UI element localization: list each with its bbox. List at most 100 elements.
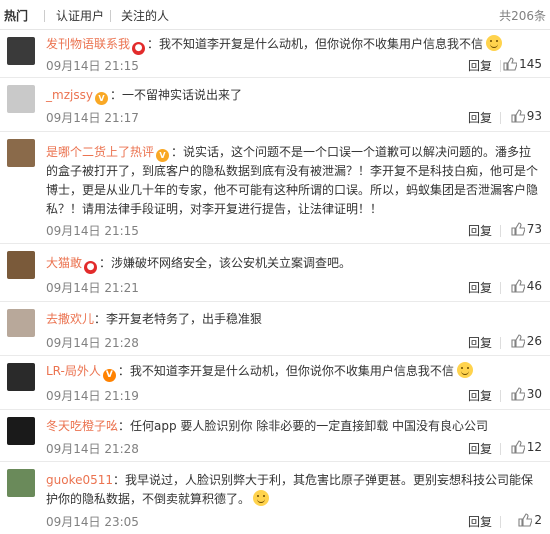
reply-button[interactable]: 回复 [468, 440, 492, 457]
thumbs-up-icon [511, 279, 526, 293]
comment-username[interactable]: LR-局外人 [46, 364, 101, 378]
comment-item: 大猫敢 ● ：涉嫌破坏网络安全，该公安机关立案调查吧。 09月14日 21:21 回… [0, 244, 550, 302]
like-button[interactable]: 26 [511, 334, 542, 348]
comment-item: 冬天吃橙子吆：任何app 要人脸识别你 除非必要的一定直接卸载 中国没有良心公司… [0, 410, 550, 462]
comment-text: ：我不知道李开复是什么动机，但你说你不收集用户信息我不信 [117, 364, 454, 378]
comment-item: _mzjssy V ：一不留神实话说出来了 09月14日 21:17 回复 93 [0, 78, 550, 132]
comment-username[interactable]: 大猫敢 [46, 256, 82, 270]
comment-username[interactable]: guoke0511 [46, 473, 113, 487]
comment-time: 09月14日 21:15 [46, 59, 139, 73]
vip-badge-icon: V [94, 92, 108, 105]
divider [500, 516, 501, 528]
comment-text: ：我不知道李开复是什么动机，但你说你不收集用户信息我不信 [147, 37, 484, 51]
comment-time: 09月14日 21:28 [46, 336, 139, 350]
reply-button[interactable]: 回复 [468, 57, 492, 74]
like-button[interactable]: 73 [511, 222, 542, 236]
comment-body: guoke0511：我早说过，人脸识别弊大于利，其危害比原子弹更甚。更别妄想科技… [46, 471, 542, 509]
like-button[interactable]: 46 [511, 279, 542, 293]
vip-badge-icon: V [156, 149, 170, 162]
divider [500, 60, 501, 72]
tab-divider [44, 10, 45, 22]
thumbs-up-icon [511, 334, 526, 348]
divider [500, 112, 501, 124]
smile-emoji-icon [253, 490, 270, 506]
reply-button[interactable]: 回复 [468, 279, 492, 296]
like-button[interactable]: 145 [503, 57, 542, 71]
comment-time: 09月14日 21:15 [46, 224, 139, 238]
comment-text: ：任何app 要人脸识别你 除非必要的一定直接卸载 中国没有良心公司 [118, 419, 489, 433]
reply-button[interactable]: 回复 [468, 334, 492, 351]
like-button[interactable]: 12 [511, 440, 542, 454]
reply-button[interactable]: 回复 [468, 222, 492, 239]
avatar[interactable] [7, 309, 35, 337]
like-count: 30 [526, 387, 542, 401]
comment-filter-tabs: 热门 认证用户 关注的人 共206条 [0, 0, 550, 30]
comment-time: 09月14日 21:28 [46, 442, 139, 456]
comment-time: 09月14日 21:19 [46, 389, 139, 403]
comment-body: LR-局外人 V ：我不知道李开复是什么动机，但你说你不收集用户信息我不信 [46, 362, 542, 382]
like-count: 93 [526, 109, 542, 123]
comment-time: 09月14日 21:21 [46, 281, 139, 295]
like-button[interactable]: 93 [511, 109, 542, 123]
comment-count: 共206条 [499, 9, 546, 23]
user-badge-icon: ● [84, 261, 98, 274]
comment-username[interactable]: 去撒欢儿 [46, 312, 94, 326]
reply-button[interactable]: 回复 [468, 387, 492, 404]
like-count: 73 [526, 222, 542, 236]
comment-username[interactable]: _mzjssy [46, 88, 93, 102]
like-count: 2 [534, 513, 542, 527]
reply-button[interactable]: 回复 [468, 109, 492, 126]
divider [500, 390, 501, 402]
comment-item: LR-局外人 V ：我不知道李开复是什么动机，但你说你不收集用户信息我不信 09月1… [0, 356, 550, 410]
like-count: 46 [526, 279, 542, 293]
comment-text: ：涉嫌破坏网络安全，该公安机关立案调查吧。 [99, 256, 352, 270]
doge-emoji-icon [456, 362, 473, 378]
comment-text: ：一不留神实话说出来了 [109, 88, 242, 102]
avatar[interactable] [7, 37, 35, 65]
divider [500, 282, 501, 294]
comment-username[interactable]: 发刊物语联系我 [46, 37, 130, 51]
avatar[interactable] [7, 417, 35, 445]
avatar[interactable] [7, 363, 35, 391]
thumbs-up-icon [511, 440, 526, 454]
comment-time: 09月14日 21:17 [46, 111, 139, 125]
thumbs-up-icon [511, 222, 526, 236]
thumbs-up-icon [503, 57, 518, 71]
thumbs-up-icon [511, 109, 526, 123]
divider [500, 443, 501, 455]
tab-following[interactable]: 关注的人 [121, 7, 169, 24]
tab-hot[interactable]: 热门 [4, 7, 28, 24]
avatar[interactable] [7, 139, 35, 167]
like-count: 145 [519, 57, 542, 71]
comment-body: 发刊物语联系我 ● ：我不知道李开复是什么动机，但你说你不收集用户信息我不信 [46, 35, 542, 55]
avatar[interactable] [7, 85, 35, 113]
comment-body: 冬天吃橙子吆：任何app 要人脸识别你 除非必要的一定直接卸载 中国没有良心公司 [46, 417, 542, 436]
comment-time: 09月14日 23:05 [46, 515, 139, 529]
comment-item: 是哪个二货上了热评 V ：说实话，这个问题不是一个口误一个道歉可以解决问题的。潘多拉… [0, 132, 550, 244]
comment-body: 去撒欢儿：李开复老特务了，出手稳准狠 [46, 310, 542, 329]
thumbs-up-icon [518, 513, 533, 527]
comment-text: ：我早说过，人脸识别弊大于利，其危害比原子弹更甚。更别妄想科技公司能保护你的隐私… [46, 473, 534, 506]
comment-body: _mzjssy V ：一不留神实话说出来了 [46, 86, 542, 105]
like-button[interactable]: 2 [518, 513, 542, 527]
reply-button[interactable]: 回复 [468, 513, 492, 530]
like-count: 12 [526, 440, 542, 454]
comment-body: 是哪个二货上了热评 V ：说实话，这个问题不是一个口误一个道歉可以解决问题的。潘多拉… [46, 143, 542, 219]
tab-verified-users[interactable]: 认证用户 [56, 7, 104, 24]
thumbs-up-icon [511, 387, 526, 401]
comment-item: guoke0511：我早说过，人脸识别弊大于利，其危害比原子弹更甚。更别妄想科技… [0, 462, 550, 534]
comment-body: 大猫敢 ● ：涉嫌破坏网络安全，该公安机关立案调查吧。 [46, 254, 542, 274]
tab-divider [110, 10, 111, 22]
comment-username[interactable]: 是哪个二货上了热评 [46, 145, 154, 159]
divider [500, 337, 501, 349]
comment-item: 发刊物语联系我 ● ：我不知道李开复是什么动机，但你说你不收集用户信息我不信 09月… [0, 30, 550, 78]
like-button[interactable]: 30 [511, 387, 542, 401]
like-count: 26 [526, 334, 542, 348]
avatar[interactable] [7, 251, 35, 279]
comment-username[interactable]: 冬天吃橙子吆 [46, 419, 118, 433]
user-badge-icon: ● [132, 42, 146, 55]
avatar[interactable] [7, 469, 35, 497]
comment-text: ：李开复老特务了，出手稳准狠 [94, 312, 263, 326]
comment-item: 去撒欢儿：李开复老特务了，出手稳准狠 09月14日 21:28 回复 26 [0, 302, 550, 356]
doge-emoji-icon [486, 35, 503, 51]
